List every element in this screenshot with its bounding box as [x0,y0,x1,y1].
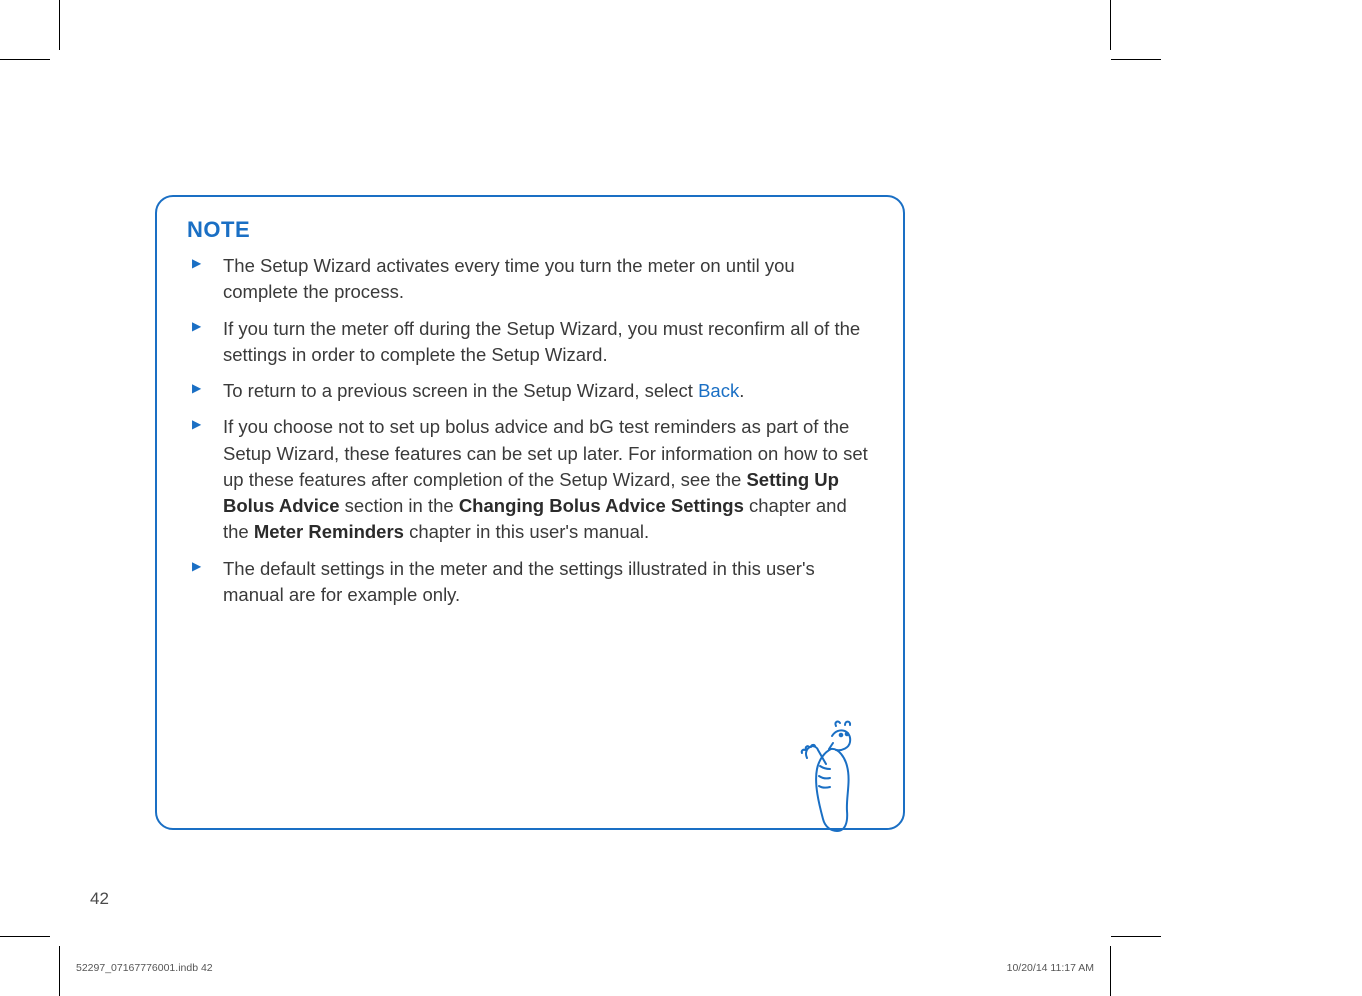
crop-mark [1111,59,1161,60]
mascot-icon [785,716,875,836]
note-text: If you turn the meter off during the Set… [223,318,860,365]
page-number: 42 [90,889,109,909]
note-item: To return to a previous screen in the Se… [187,378,873,404]
crop-mark [59,0,60,50]
note-item: The default settings in the meter and th… [187,556,873,609]
page-content: NOTE The Setup Wizard activates every ti… [60,60,1110,936]
note-text: section in the [340,495,459,516]
crop-mark [1110,946,1111,996]
note-list: The Setup Wizard activates every time yo… [187,253,873,608]
note-text: To return to a previous screen in the Se… [223,380,698,401]
footer-timestamp: 10/20/14 11:17 AM [1007,962,1094,974]
note-text: The Setup Wizard activates every time yo… [223,255,795,302]
note-text: The default settings in the meter and th… [223,558,815,605]
note-text: chapter in this user's manual. [404,521,649,542]
crop-mark [0,59,50,60]
note-box: NOTE The Setup Wizard activates every ti… [155,195,905,830]
crop-mark [1110,0,1111,50]
bold-text: Meter Reminders [254,521,404,542]
footer-filename: 52297_07167776001.indb 42 [76,962,213,974]
back-link: Back [698,380,739,401]
note-text: . [739,380,744,401]
note-item: If you choose not to set up bolus advice… [187,414,873,545]
crop-mark [1111,936,1161,937]
note-title: NOTE [187,217,873,243]
note-item: The Setup Wizard activates every time yo… [187,253,873,306]
bold-text: Changing Bolus Advice Settings [459,495,744,516]
crop-mark [59,946,60,996]
note-item: If you turn the meter off during the Set… [187,316,873,369]
crop-mark [0,936,50,937]
